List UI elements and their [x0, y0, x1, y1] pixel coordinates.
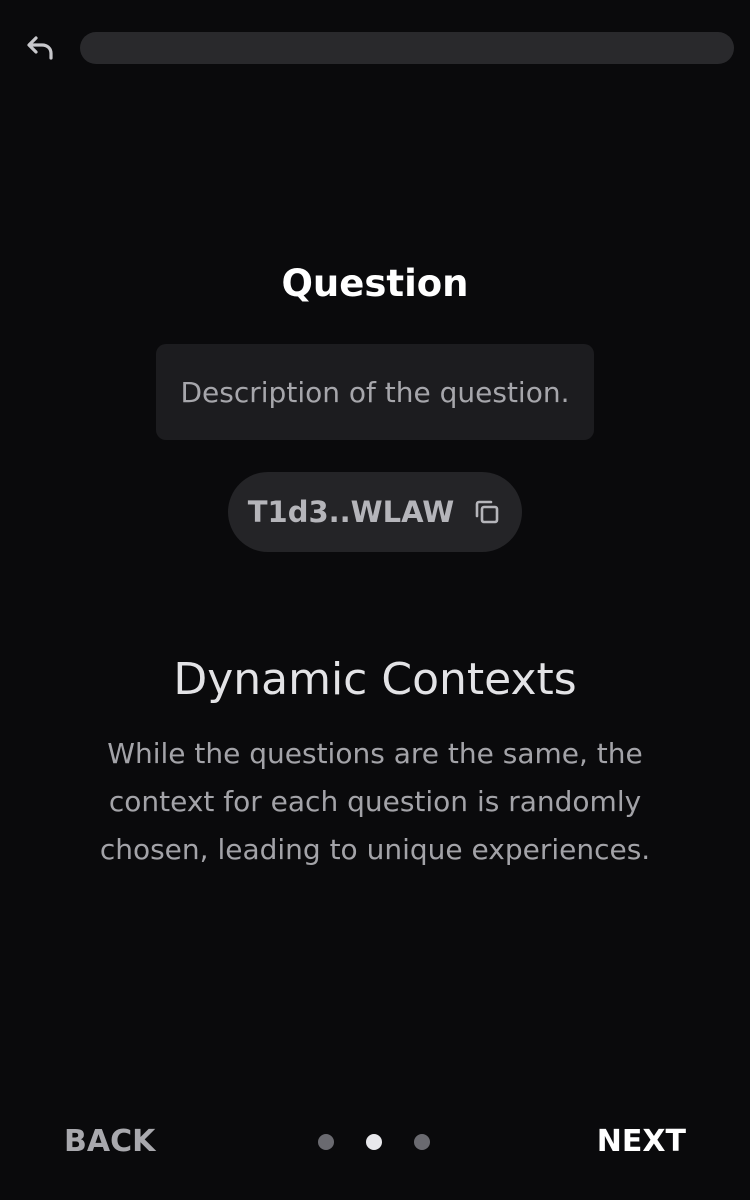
question-description: Description of the question. [156, 344, 594, 440]
progress-bar [80, 32, 734, 64]
pagination-dot[interactable] [414, 1134, 430, 1150]
next-button[interactable]: NEXT [597, 1124, 686, 1159]
address-text: T1d3..WLAW [247, 495, 455, 529]
pagination-dot[interactable] [318, 1134, 334, 1150]
feature-title: Dynamic Contexts [173, 654, 577, 705]
copy-icon[interactable] [472, 497, 502, 527]
back-button[interactable]: BACK [64, 1124, 155, 1159]
address-copy-pill[interactable]: T1d3..WLAW [228, 472, 522, 552]
pagination-dot[interactable] [366, 1134, 382, 1150]
undo-arrow-icon[interactable] [22, 30, 58, 66]
question-title: Question [281, 262, 469, 305]
pagination-dots [318, 1134, 430, 1150]
feature-description: While the questions are the same, the co… [99, 737, 651, 866]
